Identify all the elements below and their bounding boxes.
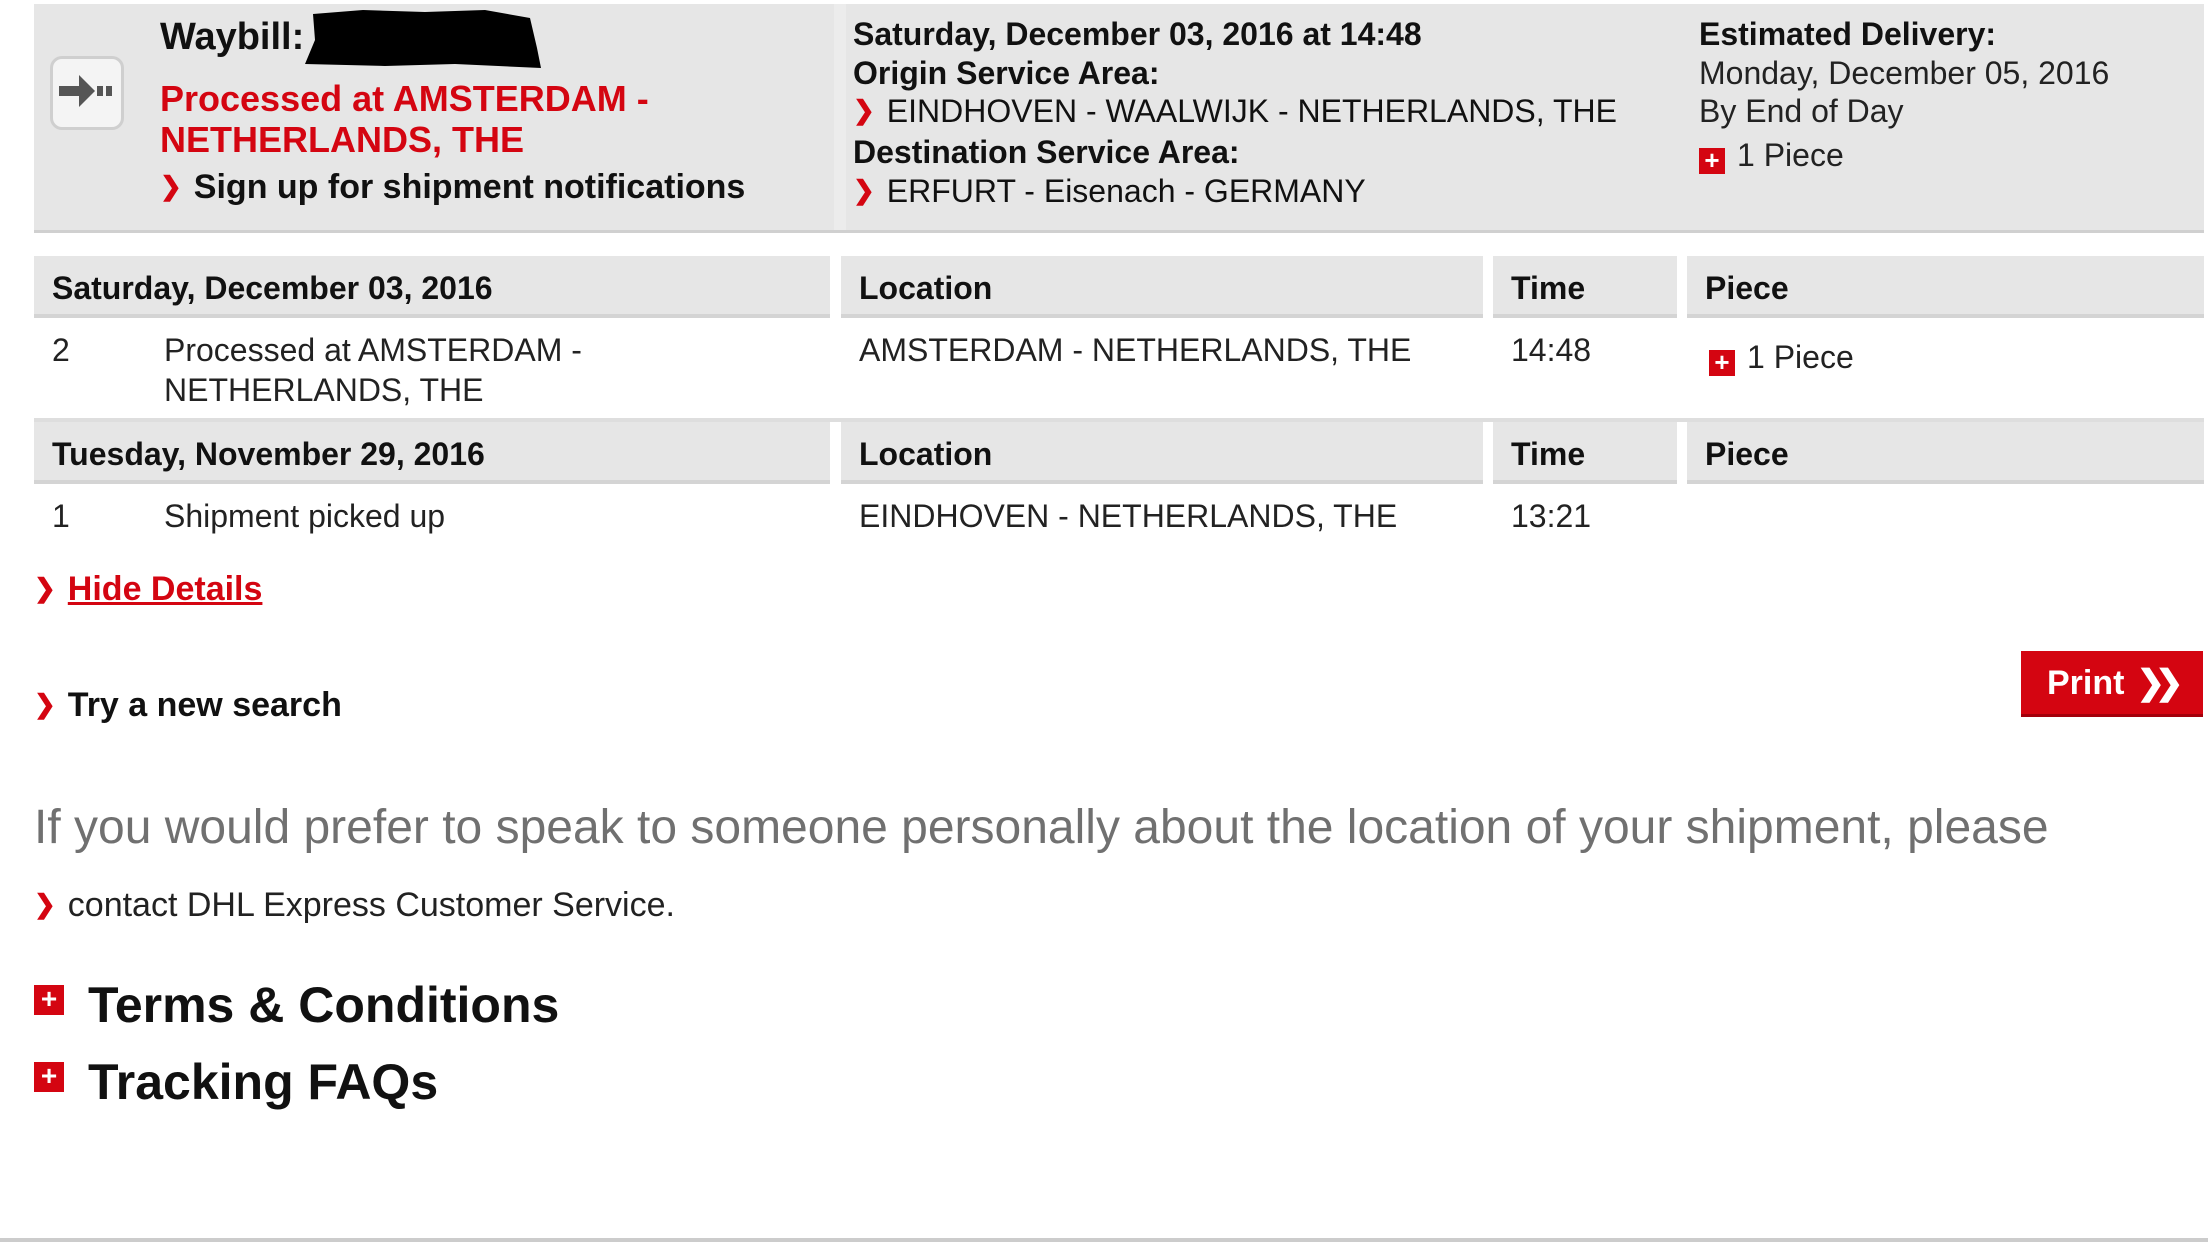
origin-label: Origin Service Area: (853, 55, 1160, 91)
estimated-delivery-time: By End of Day (1699, 93, 1904, 129)
checkpoint-time: 14:48 (1511, 332, 1592, 368)
chevron-right-icon: ❯ (160, 171, 182, 201)
piece-header: Piece (1687, 422, 2204, 484)
checkpoint-piece-toggle[interactable]: +1 Piece (1709, 337, 1854, 377)
checkpoint-location: EINDHOVEN - NETHERLANDS, THE (859, 498, 1398, 534)
origin-text: EINDHOVEN - WAALWIJK - NETHERLANDS, THE (886, 93, 1617, 129)
piece-count: 1 Piece (1737, 137, 1844, 173)
hide-details-label: Hide Details (67, 570, 263, 608)
expand-plus-icon: + (34, 1062, 64, 1092)
faqs-label: Tracking FAQs (88, 1054, 439, 1110)
waybill-label: Waybill: (160, 16, 305, 58)
group-date-header: Tuesday, November 29, 2016 (34, 422, 830, 484)
checkpoint-event: Shipment picked up (164, 498, 446, 534)
piece-count-toggle[interactable]: +1 Piece (1699, 137, 1844, 174)
column-divider (834, 4, 846, 230)
destination-text: ERFURT - Eisenach - GERMANY (886, 173, 1366, 209)
signup-notifications-link[interactable]: ❯ Sign up for shipment notifications (160, 168, 745, 207)
location-header: Location (841, 256, 1483, 318)
last-update-datetime: Saturday, December 03, 2016 at 14:48 (853, 16, 1422, 52)
print-label: Print (2047, 664, 2125, 702)
terms-conditions-toggle[interactable]: + Terms & Conditions (34, 976, 559, 1034)
chevron-right-icon: ❯ (853, 175, 875, 205)
estimated-delivery-date: Monday, December 05, 2016 (1699, 55, 2110, 91)
in-transit-icon (50, 56, 124, 130)
shipment-status: Processed at AMSTERDAM - NETHERLANDS, TH… (160, 78, 649, 160)
redaction-mark (305, 10, 541, 68)
checkpoint-piece: 1 Piece (1747, 339, 1854, 375)
checkpoint-location: AMSTERDAM - NETHERLANDS, THE (859, 332, 1412, 368)
expand-plus-icon: + (34, 985, 64, 1015)
try-new-search-label: Try a new search (67, 686, 342, 724)
try-new-search-link[interactable]: ❯ Try a new search (34, 686, 342, 725)
bottom-divider (0, 1238, 2208, 1242)
chevron-right-icon: ❯ (34, 889, 56, 919)
checkpoint-number: 1 (52, 498, 70, 534)
terms-label: Terms & Conditions (88, 977, 560, 1033)
checkpoint-number: 2 (52, 332, 70, 368)
checkpoint-time: 13:21 (1511, 498, 1592, 534)
estimated-delivery-label: Estimated Delivery: (1699, 16, 1997, 52)
contact-customer-service-link[interactable]: ❯ contact DHL Express Customer Service. (34, 886, 675, 925)
help-text: If you would prefer to speak to someone … (34, 801, 2049, 854)
group-date-header: Saturday, December 03, 2016 (34, 256, 830, 318)
expand-plus-icon: + (1699, 147, 1725, 174)
checkpoint-event: Processed at AMSTERDAM - NETHERLANDS, TH… (164, 332, 582, 408)
expand-plus-icon: + (1709, 349, 1735, 376)
hide-details-link[interactable]: ❯ Hide Details (34, 570, 262, 609)
signup-label: Sign up for shipment notifications (193, 168, 746, 206)
destination-value[interactable]: ❯ ERFURT - Eisenach - GERMANY (853, 173, 1366, 210)
piece-header: Piece (1687, 256, 2204, 318)
origin-value[interactable]: ❯ EINDHOVEN - WAALWIJK - NETHERLANDS, THE (853, 93, 1617, 130)
chevron-right-icon: ❯ (853, 95, 875, 125)
print-button[interactable]: Print ❯❯ (2021, 651, 2203, 717)
time-header: Time (1493, 256, 1677, 318)
location-header: Location (841, 422, 1483, 484)
time-header: Time (1493, 422, 1677, 484)
double-chevron-right-icon: ❯❯ (2136, 664, 2183, 702)
destination-label: Destination Service Area: (853, 134, 1240, 170)
contact-label: contact DHL Express Customer Service. (67, 886, 675, 924)
chevron-right-icon: ❯ (34, 573, 56, 603)
chevron-right-icon: ❯ (34, 689, 56, 719)
tracking-faqs-toggle[interactable]: + Tracking FAQs (34, 1053, 438, 1111)
